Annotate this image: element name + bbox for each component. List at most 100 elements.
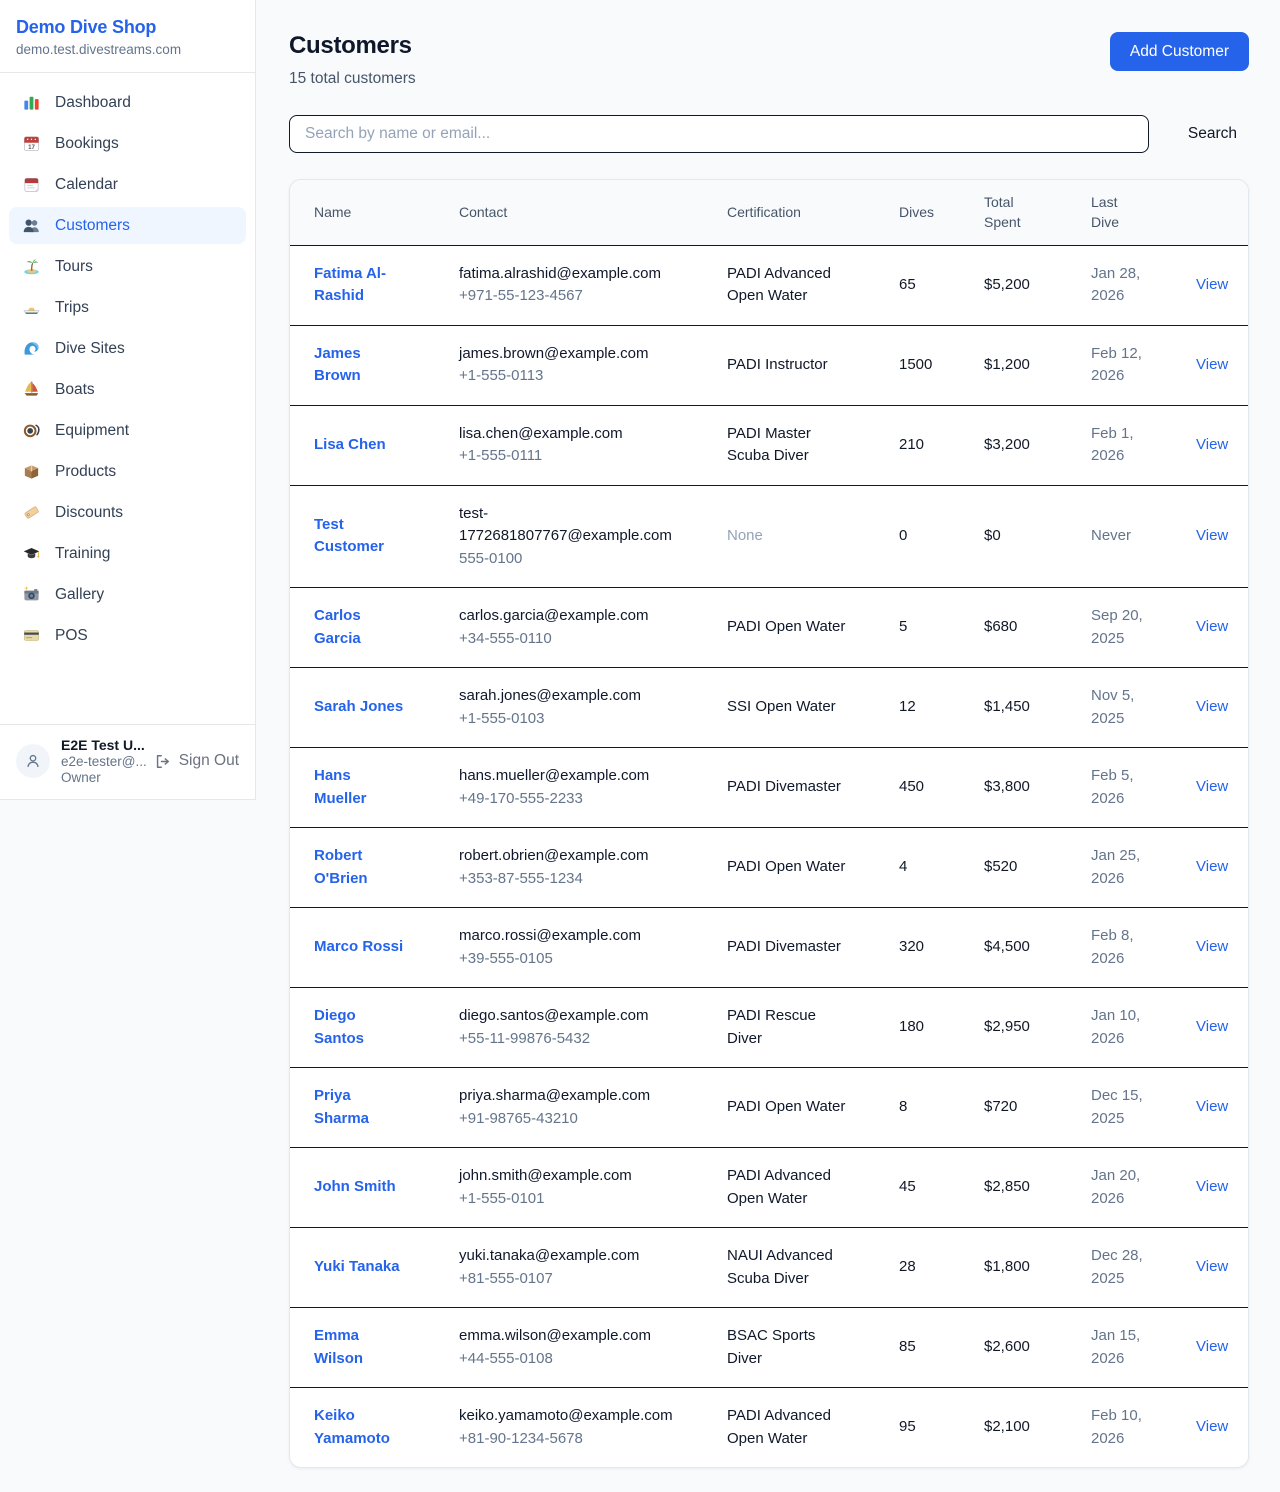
customer-total-spent: $720 bbox=[960, 1068, 1067, 1148]
customer-contact-cell: emma.wilson@example.com+44-555-0108 bbox=[435, 1308, 703, 1388]
customer-name-link[interactable]: Keiko Yamamoto bbox=[314, 1407, 390, 1447]
credit-card-icon bbox=[22, 626, 41, 645]
users-icon bbox=[22, 216, 41, 235]
sidebar-item-products[interactable]: Products bbox=[9, 453, 246, 490]
customer-name-link[interactable]: John Smith bbox=[314, 1178, 396, 1195]
customer-last-dive: Feb 12, 2026 bbox=[1067, 325, 1172, 405]
view-customer-link[interactable]: View bbox=[1196, 527, 1228, 544]
customer-actions-cell: View bbox=[1172, 1388, 1248, 1468]
dive-mask-icon bbox=[22, 421, 41, 440]
view-customer-link[interactable]: View bbox=[1196, 618, 1228, 635]
avatar bbox=[16, 744, 50, 778]
sign-out-label: Sign Out bbox=[179, 752, 239, 770]
main-content: Customers 15 total customers Add Custome… bbox=[256, 0, 1280, 1492]
customer-last-dive: Feb 5, 2026 bbox=[1067, 748, 1172, 828]
sidebar-item-equipment[interactable]: Equipment bbox=[9, 412, 246, 449]
customer-contact-cell: yuki.tanaka@example.com+81-555-0107 bbox=[435, 1228, 703, 1308]
add-customer-button[interactable]: Add Customer bbox=[1110, 32, 1249, 71]
customer-actions-cell: View bbox=[1172, 325, 1248, 405]
search-input[interactable] bbox=[289, 115, 1149, 153]
sidebar-item-discounts[interactable]: Discounts bbox=[9, 494, 246, 531]
customer-name-link[interactable]: Lisa Chen bbox=[314, 436, 386, 453]
customer-total-spent: $1,800 bbox=[960, 1228, 1067, 1308]
customer-name-cell: James Brown bbox=[290, 325, 435, 405]
customer-last-dive: Feb 8, 2026 bbox=[1067, 908, 1172, 988]
view-customer-link[interactable]: View bbox=[1196, 1018, 1228, 1035]
customer-name-link[interactable]: Emma Wilson bbox=[314, 1327, 363, 1367]
view-customer-link[interactable]: View bbox=[1196, 938, 1228, 955]
user-email: e2e-tester@... bbox=[61, 754, 143, 769]
customer-certification: PADI Divemaster bbox=[703, 748, 875, 828]
sidebar-item-bookings[interactable]: 17Bookings bbox=[9, 125, 246, 162]
shop-name[interactable]: Demo Dive Shop bbox=[16, 17, 239, 38]
customer-email: carlos.garcia@example.com bbox=[459, 605, 693, 628]
view-customer-link[interactable]: View bbox=[1196, 1418, 1228, 1435]
sidebar-item-dive-sites[interactable]: Dive Sites bbox=[9, 330, 246, 367]
customer-certification: PADI Advanced Open Water bbox=[703, 245, 875, 325]
view-customer-link[interactable]: View bbox=[1196, 778, 1228, 795]
sidebar-item-boats[interactable]: Boats bbox=[9, 371, 246, 408]
customer-last-dive: Jan 28, 2026 bbox=[1067, 245, 1172, 325]
customer-dives: 180 bbox=[875, 988, 960, 1068]
bar-chart-icon bbox=[22, 93, 41, 112]
sidebar-item-training[interactable]: Training bbox=[9, 535, 246, 572]
view-customer-link[interactable]: View bbox=[1196, 276, 1228, 293]
view-customer-link[interactable]: View bbox=[1196, 698, 1228, 715]
view-customer-link[interactable]: View bbox=[1196, 858, 1228, 875]
customer-row: Lisa Chen lisa.chen@example.com+1-555-011… bbox=[290, 405, 1248, 485]
sidebar-item-tours[interactable]: Tours bbox=[9, 248, 246, 285]
sidebar-item-trips[interactable]: Trips bbox=[9, 289, 246, 326]
customer-name-link[interactable]: Diego Santos bbox=[314, 1007, 364, 1047]
customer-dives: 5 bbox=[875, 588, 960, 668]
user-info: E2E Test U... e2e-tester@... Owner bbox=[61, 737, 143, 785]
customer-row: Test Customertest-1772681807767@example.… bbox=[290, 485, 1248, 588]
customer-total-spent: $5,200 bbox=[960, 245, 1067, 325]
customer-name-link[interactable]: Priya Sharma bbox=[314, 1087, 369, 1127]
customer-phone: +44-555-0108 bbox=[459, 1348, 693, 1371]
customer-name-link[interactable]: Sarah Jones bbox=[314, 698, 403, 715]
customer-name-link[interactable]: James Brown bbox=[314, 345, 361, 385]
customer-certification: PADI Master Scuba Diver bbox=[703, 405, 875, 485]
search-button[interactable]: Search bbox=[1176, 125, 1249, 143]
customer-count: 15 total customers bbox=[289, 70, 416, 88]
customer-row: Carlos Garciacarlos.garcia@example.com+3… bbox=[290, 588, 1248, 668]
customer-last-dive: Jan 25, 2026 bbox=[1067, 828, 1172, 908]
view-customer-link[interactable]: View bbox=[1196, 1178, 1228, 1195]
customer-name-link[interactable]: Fatima Al-Rashid bbox=[314, 265, 386, 305]
speedboat-icon bbox=[22, 298, 41, 317]
customer-contact-cell: lisa.chen@example.com+1-555-0111 bbox=[435, 405, 703, 485]
customer-name-link[interactable]: Robert O'Brien bbox=[314, 847, 368, 887]
customer-total-spent: $2,100 bbox=[960, 1388, 1067, 1468]
customer-name-link[interactable]: Carlos Garcia bbox=[314, 607, 361, 647]
sidebar-item-label: Equipment bbox=[55, 422, 129, 440]
customer-last-dive: Feb 10, 2026 bbox=[1067, 1388, 1172, 1468]
sidebar-item-label: Customers bbox=[55, 217, 130, 235]
column-header-name: Name bbox=[290, 180, 435, 245]
customer-name-link[interactable]: Marco Rossi bbox=[314, 938, 403, 955]
view-customer-link[interactable]: View bbox=[1196, 1258, 1228, 1275]
customer-actions-cell: View bbox=[1172, 405, 1248, 485]
customer-name-cell: Robert O'Brien bbox=[290, 828, 435, 908]
sidebar-item-gallery[interactable]: Gallery bbox=[9, 576, 246, 613]
customer-name-link[interactable]: Test Customer bbox=[314, 516, 384, 556]
sidebar-item-pos[interactable]: POS bbox=[9, 617, 246, 654]
view-customer-link[interactable]: View bbox=[1196, 1098, 1228, 1115]
customer-email: emma.wilson@example.com bbox=[459, 1325, 693, 1348]
view-customer-link[interactable]: View bbox=[1196, 356, 1228, 373]
customer-phone: +1-555-0113 bbox=[459, 365, 693, 388]
sidebar-item-calendar[interactable]: Calendar bbox=[9, 166, 246, 203]
customer-contact-cell: james.brown@example.com+1-555-0113 bbox=[435, 325, 703, 405]
customer-name-link[interactable]: Hans Mueller bbox=[314, 767, 367, 807]
customer-phone: +1-555-0111 bbox=[459, 445, 693, 468]
sidebar-item-dashboard[interactable]: Dashboard bbox=[9, 84, 246, 121]
customer-dives: 1500 bbox=[875, 325, 960, 405]
column-header-dives: Dives bbox=[875, 180, 960, 245]
customer-phone: +81-555-0107 bbox=[459, 1268, 693, 1291]
sign-out-button[interactable]: Sign Out bbox=[154, 752, 239, 770]
customer-name-link[interactable]: Yuki Tanaka bbox=[314, 1258, 400, 1275]
customer-certification: PADI Instructor bbox=[703, 325, 875, 405]
sidebar-item-customers[interactable]: Customers bbox=[9, 207, 246, 244]
view-customer-link[interactable]: View bbox=[1196, 1338, 1228, 1355]
view-customer-link[interactable]: View bbox=[1196, 436, 1228, 453]
column-header-contact: Contact bbox=[435, 180, 703, 245]
